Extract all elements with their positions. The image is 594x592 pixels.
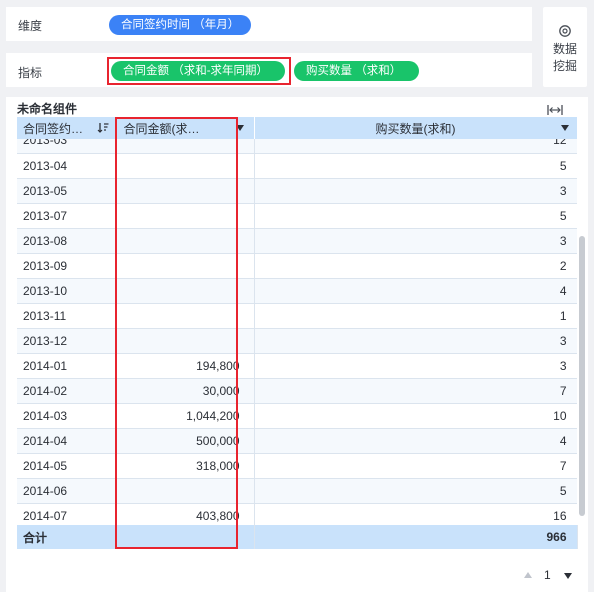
cell-date: 2013-07 <box>17 203 116 229</box>
table-header: 合同签约… 合同金额(求… 购买数量(求和) <box>17 117 578 139</box>
cell-date: 2013-03 <box>17 139 116 154</box>
table-row: 2013-12 3 <box>17 328 577 354</box>
dimension-row <box>6 7 532 41</box>
cell-amount <box>115 203 255 229</box>
table-row: 2014-06 5 <box>17 478 577 504</box>
cell-date: 2014-05 <box>17 453 116 479</box>
table-row: 2013-04 5 <box>17 153 577 179</box>
total-quantity: 966 <box>254 525 578 549</box>
cell-amount <box>115 178 255 204</box>
cell-amount: 318,000 <box>115 453 255 479</box>
table-row: 2013-07 5 <box>17 203 577 229</box>
cell-date: 2014-06 <box>17 478 116 504</box>
data-mining-line1: 数据 <box>552 42 577 56</box>
fit-width-icon[interactable] <box>547 104 563 116</box>
cell-quantity: 12 <box>254 139 577 154</box>
cell-amount <box>115 153 255 179</box>
cell-amount <box>115 228 255 254</box>
cell-date: 2013-10 <box>17 278 116 304</box>
cell-date: 2013-08 <box>17 228 116 254</box>
cell-amount: 194,800 <box>115 353 255 379</box>
cell-quantity: 5 <box>254 478 577 504</box>
table-row: 2013-05 3 <box>17 178 577 204</box>
table-row: 2013-03 12 <box>17 139 577 154</box>
table-row: 2013-08 3 <box>17 228 577 254</box>
table-row: 2013-10 4 <box>17 278 577 304</box>
mining-icon <box>559 25 571 37</box>
cell-quantity: 3 <box>254 178 577 204</box>
prev-page-icon[interactable] <box>524 572 532 578</box>
cell-amount <box>115 328 255 354</box>
scrollbar-thumb[interactable] <box>579 236 585 516</box>
table-total: 合计 966 <box>17 525 578 549</box>
cell-quantity: 7 <box>254 453 577 479</box>
cell-date: 2013-04 <box>17 153 116 179</box>
cell-date: 2014-02 <box>17 378 116 404</box>
cell-date: 2013-09 <box>17 253 116 279</box>
column-header-date[interactable]: 合同签约… <box>17 117 116 139</box>
metric-label: 指标 <box>18 66 43 80</box>
table-row: 2014-02 30,000 7 <box>17 378 577 404</box>
cell-date: 2014-03 <box>17 403 116 429</box>
table-row: 2014-01 194,800 3 <box>17 353 577 379</box>
caret-down-icon[interactable] <box>560 125 569 131</box>
cell-date: 2014-04 <box>17 428 116 454</box>
cell-date: 2014-07 <box>17 503 116 525</box>
data-mining-button[interactable]: 数据 挖掘 <box>543 7 587 87</box>
column-header-quantity-label: 购买数量(求和) <box>375 121 456 136</box>
total-amount <box>115 525 255 549</box>
cell-quantity: 3 <box>254 228 577 254</box>
cell-quantity: 2 <box>254 253 577 279</box>
cell-amount <box>115 278 255 304</box>
table-row: 2013-11 1 <box>17 303 577 329</box>
column-header-amount[interactable]: 合同金额(求… <box>115 117 255 139</box>
table-row: 2014-03 1,044,200 10 <box>17 403 577 429</box>
metric-field-pill-quantity[interactable]: 购买数量 （求和） <box>294 61 419 81</box>
dimension-label: 维度 <box>18 19 43 33</box>
column-header-quantity[interactable]: 购买数量(求和) <box>254 117 578 139</box>
cell-quantity: 4 <box>254 278 577 304</box>
table-body-viewport[interactable]: 2013-03 12 2013-04 5 2013-05 3 2013-07 5 2013-08… <box>17 139 577 525</box>
page-number: 1 <box>544 568 551 582</box>
cell-amount <box>115 253 255 279</box>
table-row: 2014-07 403,800 16 <box>17 503 577 525</box>
cell-quantity: 4 <box>254 428 577 454</box>
cell-amount <box>115 478 255 504</box>
cell-date: 2014-01 <box>17 353 116 379</box>
cell-date: 2013-12 <box>17 328 116 354</box>
dimension-field-pill[interactable]: 合同签约时间 （年月） <box>109 15 252 35</box>
metric-field-pill-amount[interactable]: 合同金额 （求和-求年同期） <box>111 61 285 81</box>
column-header-amount-label: 合同金额(求… <box>123 121 200 136</box>
cell-quantity: 10 <box>254 403 577 429</box>
sort-desc-icon[interactable] <box>97 122 109 133</box>
table-row: 2014-05 318,000 7 <box>17 453 577 479</box>
table-row: 2014-04 500,000 4 <box>17 428 577 454</box>
cell-date: 2013-11 <box>17 303 116 329</box>
next-page-icon[interactable] <box>564 573 572 579</box>
cell-quantity: 5 <box>254 153 577 179</box>
cell-quantity: 3 <box>254 353 577 379</box>
cell-quantity: 5 <box>254 203 577 229</box>
cell-date: 2013-05 <box>17 178 116 204</box>
table-body: 2013-03 12 2013-04 5 2013-05 3 2013-07 5 2013-08… <box>17 139 577 525</box>
cell-amount <box>115 303 255 329</box>
cell-amount <box>115 139 255 154</box>
cell-amount: 403,800 <box>115 503 255 525</box>
cell-amount: 1,044,200 <box>115 403 255 429</box>
cell-amount: 30,000 <box>115 378 255 404</box>
component-title: 未命名组件 <box>17 102 78 116</box>
total-label: 合计 <box>17 525 116 549</box>
data-mining-line2: 挖掘 <box>552 59 577 73</box>
cell-quantity: 7 <box>254 378 577 404</box>
table-row: 2013-09 2 <box>17 253 577 279</box>
column-header-date-label: 合同签约… <box>23 121 84 136</box>
cell-quantity: 16 <box>254 503 577 525</box>
cell-quantity: 3 <box>254 328 577 354</box>
caret-down-icon[interactable] <box>235 125 244 131</box>
cell-quantity: 1 <box>254 303 577 329</box>
cell-amount: 500,000 <box>115 428 255 454</box>
